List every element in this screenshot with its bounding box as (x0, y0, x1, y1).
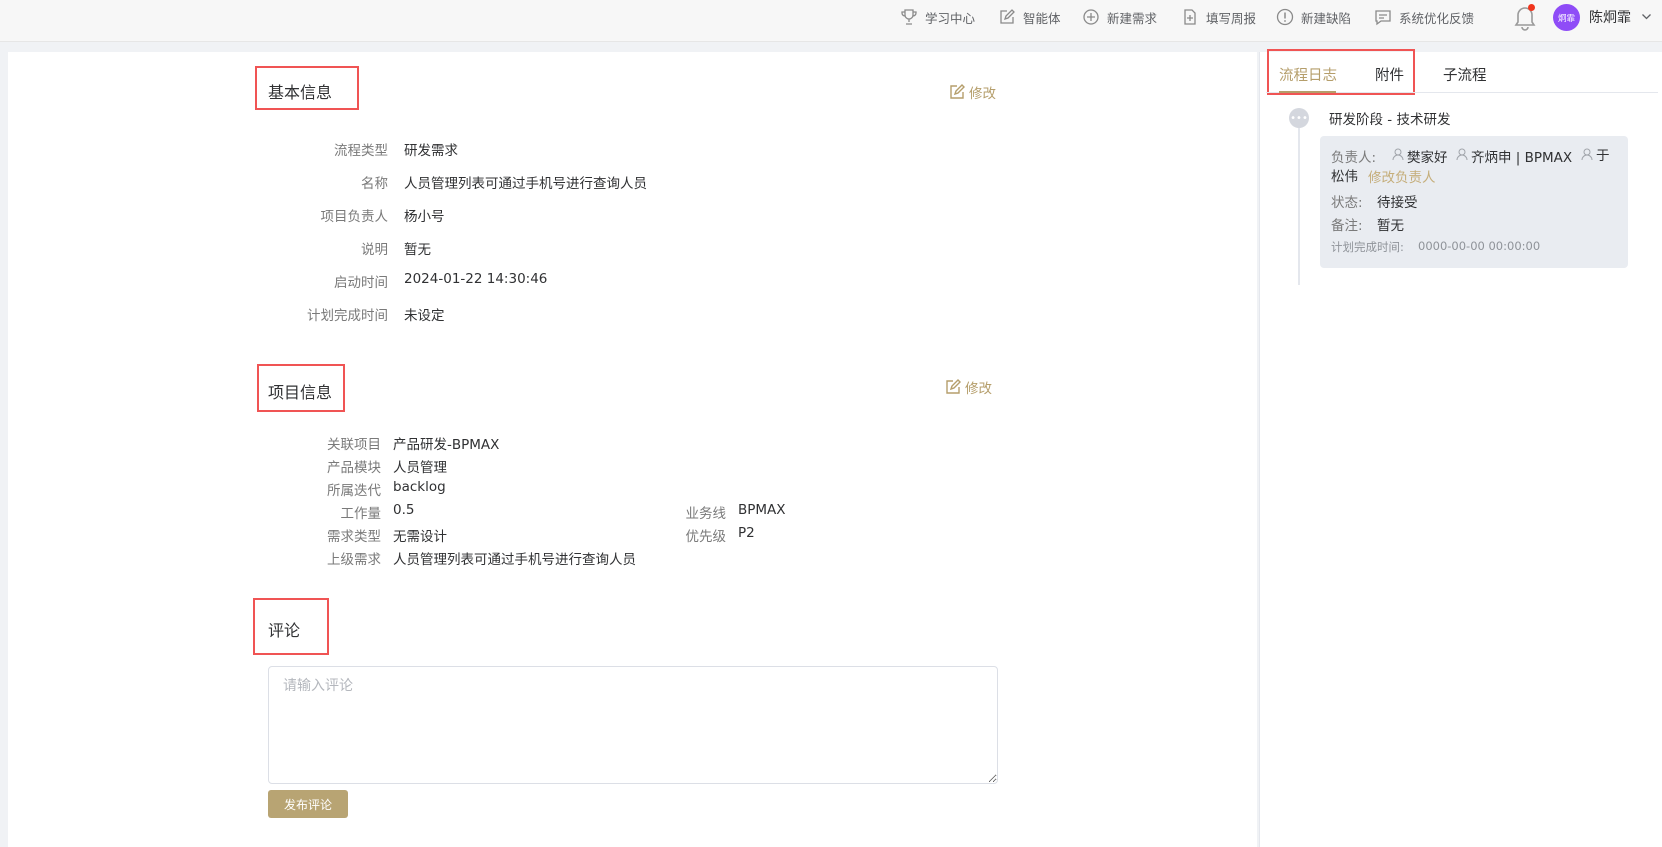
field-label: 所属迭代 (327, 483, 381, 499)
field-label: 工作量 (340, 506, 382, 522)
field-value: 人员管理 (393, 460, 447, 476)
field-value: P2 (738, 525, 755, 541)
field-label: 计划完成时间 (307, 308, 388, 324)
avatar-text: 炯霏 (1557, 13, 1575, 24)
field-value: 杨小号 (404, 209, 445, 225)
user-icon (1581, 148, 1593, 161)
field-value: 无需设计 (393, 529, 447, 545)
username[interactable]: 陈炯霏 (1589, 7, 1631, 27)
owner-name-wrapped: 于 (1596, 148, 1610, 164)
field-label: 关联项目 (327, 437, 381, 453)
field-value: BPMAX (738, 502, 786, 518)
field-value: backlog (393, 479, 446, 495)
nav-weekly-report-label: 填写周报 (1206, 10, 1257, 26)
more-icon: ••• (1289, 108, 1309, 128)
chevron-down-icon[interactable] (1641, 11, 1652, 22)
project-info-title: 项目信息 (268, 383, 333, 402)
basic-info-edit-label: 修改 (969, 86, 996, 102)
feedback-icon (1375, 10, 1391, 26)
field-label: 启动时间 (334, 275, 388, 291)
nav-feedback[interactable]: 系统优化反馈 (1374, 0, 1474, 34)
plus-circle-icon (1083, 9, 1099, 25)
field-label: 说明 (361, 242, 388, 258)
user-icon (1392, 148, 1404, 161)
post-comment-button[interactable]: 发布评论 (268, 790, 348, 818)
nav-new-requirement-label: 新建需求 (1107, 10, 1158, 26)
nav-agent[interactable]: 智能体 (998, 0, 1061, 34)
stage-title: 研发阶段 - 技术研发 (1329, 112, 1451, 128)
field-value: 研发需求 (404, 143, 458, 159)
plan-label: 计划完成时间: (1331, 240, 1404, 254)
nav-learning-center-label: 学习中心 (925, 10, 976, 26)
field-value: 暂无 (404, 242, 431, 258)
nav-new-requirement[interactable]: 新建需求 (1082, 0, 1157, 34)
nav-new-defect-label: 新建缺陷 (1301, 10, 1352, 26)
field-label: 流程类型 (334, 143, 388, 159)
owner-name-overflow: 松伟 (1331, 169, 1358, 185)
basic-info-edit-button[interactable]: 修改 (949, 82, 996, 102)
field-label: 需求类型 (327, 529, 381, 545)
owner-label: 负责人: (1331, 150, 1377, 166)
status-label: 状态: (1331, 195, 1363, 211)
plan-value: 0000-00-00 00:00:00 (1418, 239, 1541, 253)
tab-subprocess[interactable]: 子流程 (1443, 64, 1487, 85)
field-value: 人员管理列表可通过手机号进行查询人员 (404, 176, 647, 192)
timeline-line (1298, 128, 1300, 285)
top-bar: 学习中心 智能体 新建需求 填写周报 新建缺陷 系统优化反馈 炯霏 陈炯霏 (0, 0, 1662, 42)
exclamation-circle-icon (1276, 8, 1294, 26)
comment-title: 评论 (268, 621, 301, 640)
tab-process-log[interactable]: 流程日志 (1279, 64, 1337, 85)
add-file-icon (1184, 9, 1196, 25)
field-label: 名称 (361, 176, 388, 192)
field-value: 产品研发-BPMAX (393, 437, 500, 453)
owner-name: 齐炳申 | BPMAX (1471, 150, 1573, 166)
comment-input[interactable] (268, 666, 998, 784)
note-label: 备注: (1331, 218, 1363, 234)
status-value: 待接受 (1377, 195, 1418, 211)
nav-learning-center[interactable]: 学习中心 (900, 0, 975, 34)
avatar[interactable]: 炯霏 (1553, 4, 1580, 31)
change-owner-link[interactable]: 修改负责人 (1368, 166, 1436, 186)
field-value: 2024-01-22 14:30:46 (404, 271, 548, 287)
field-label: 产品模块 (327, 460, 381, 476)
field-value: 0.5 (393, 502, 415, 518)
owner-name: 樊家好 (1407, 150, 1448, 166)
field-label: 项目负责人 (320, 209, 389, 225)
field-label: 上级需求 (327, 552, 381, 568)
active-tab-indicator (1279, 91, 1336, 93)
trophy-icon (901, 9, 917, 25)
field-label: 优先级 (685, 529, 727, 545)
tab-attachments[interactable]: 附件 (1375, 64, 1404, 85)
nav-new-defect[interactable]: 新建缺陷 (1276, 0, 1351, 34)
nav-agent-label: 智能体 (1023, 10, 1061, 26)
nav-weekly-report[interactable]: 填写周报 (1181, 0, 1256, 34)
project-info-edit-label: 修改 (965, 381, 992, 397)
notification-badge (1528, 4, 1535, 11)
edit-icon (950, 84, 965, 99)
basic-info-title: 基本信息 (268, 83, 333, 102)
field-value: 人员管理列表可通过手机号进行查询人员 (393, 552, 636, 568)
edit-icon (946, 379, 961, 394)
field-label: 业务线 (685, 506, 727, 522)
nav-feedback-label: 系统优化反馈 (1399, 10, 1475, 26)
edit-square-icon (1000, 9, 1015, 24)
user-icon (1456, 148, 1468, 161)
project-info-edit-button[interactable]: 修改 (945, 377, 992, 397)
note-value: 暂无 (1377, 218, 1404, 234)
field-value: 未设定 (404, 308, 445, 324)
